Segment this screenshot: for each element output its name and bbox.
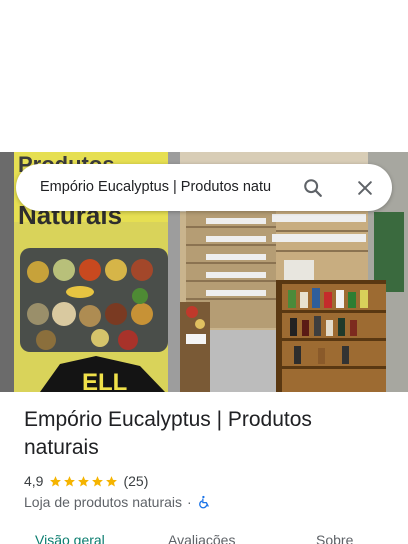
star-icon bbox=[50, 475, 62, 486]
star-icon bbox=[106, 475, 118, 486]
star-icon bbox=[64, 475, 76, 486]
separator-dot: · bbox=[187, 494, 192, 510]
place-tabs: Visão geral Avaliações Sobre bbox=[0, 528, 408, 544]
star-icon bbox=[92, 475, 104, 486]
place-title: Empório Eucalyptus | Produtos naturais bbox=[24, 408, 312, 459]
category-row: Loja de produtos naturais · bbox=[24, 492, 211, 512]
close-icon bbox=[358, 181, 372, 195]
search-bar[interactable]: Empório Eucalyptus | Produtos natu bbox=[16, 164, 392, 211]
tab-overview[interactable]: Visão geral bbox=[35, 532, 105, 544]
clear-search-button[interactable] bbox=[350, 173, 380, 203]
rating-value: 4,9 bbox=[24, 473, 44, 489]
wheelchair-icon[interactable] bbox=[197, 495, 211, 509]
search-button[interactable] bbox=[298, 173, 328, 203]
tab-reviews[interactable]: Avaliações bbox=[168, 532, 235, 544]
rating-row[interactable]: 4,9 (25) bbox=[24, 471, 148, 491]
star-icon bbox=[78, 475, 90, 486]
place-category: Loja de produtos naturais bbox=[24, 494, 182, 510]
search-input[interactable]: Empório Eucalyptus | Produtos natu bbox=[40, 164, 304, 211]
tab-about[interactable]: Sobre bbox=[316, 532, 353, 544]
review-count[interactable]: (25) bbox=[123, 473, 148, 489]
svg-text:ELL: ELL bbox=[82, 369, 127, 392]
rating-stars bbox=[49, 475, 119, 488]
search-icon bbox=[304, 179, 322, 197]
